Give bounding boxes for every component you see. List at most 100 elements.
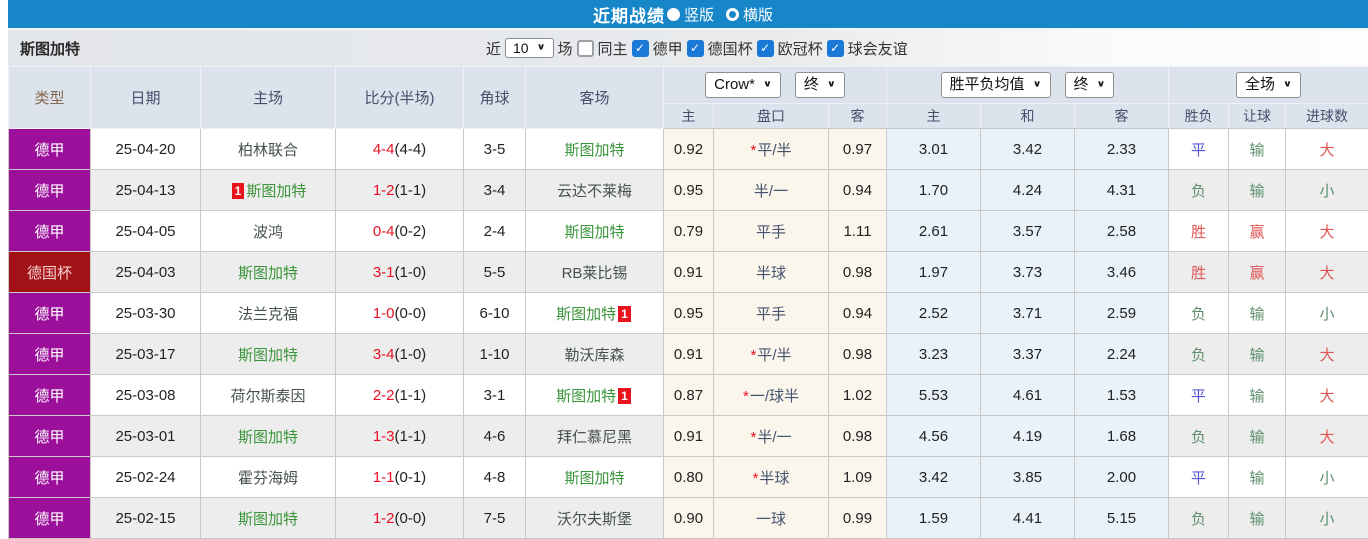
team-name[interactable]: 斯图加特 <box>238 347 298 364</box>
team-name[interactable]: 柏林联合 <box>238 142 298 159</box>
avg-select[interactable]: 胜平负均值 ∨ <box>940 72 1051 98</box>
team-name[interactable]: RB莱比锡 <box>562 265 628 282</box>
corner-cell: 7-5 <box>463 497 526 539</box>
table-row: 德甲 25-03-30 法兰克福 1-0(0-0) 6-10 斯图加特 1 0.9… <box>8 292 1368 334</box>
chevron-down-icon: ∨ <box>1032 79 1042 90</box>
table-row: 德甲 25-02-24 霍芬海姆 1-1(0-1) 4-8 斯图加特 0.80 … <box>8 456 1368 498</box>
team-name[interactable]: 斯图加特 <box>556 306 616 323</box>
final-select-2[interactable]: 终 ∨ <box>1064 72 1115 98</box>
home-team-cell: 斯图加特 <box>200 333 336 375</box>
result-outcome: 胜 <box>1168 251 1229 293</box>
crown-home-odds: 0.91 <box>663 333 714 375</box>
avg-win-odds: 1.59 <box>886 497 981 539</box>
recent-count-select[interactable]: 10 ∨ <box>505 37 554 59</box>
crown-away-odds: 1.11 <box>828 210 887 252</box>
table-row: 德甲 25-03-08 荷尔斯泰因 2-2(1-1) 3-1 斯图加特 1 0.8… <box>8 374 1368 416</box>
date-cell: 25-04-05 <box>90 210 201 252</box>
crown-away-odds: 1.09 <box>828 456 887 498</box>
team-name[interactable]: 霍芬海姆 <box>238 470 298 487</box>
same-home-label: 同主 <box>597 40 628 58</box>
corner-cell: 4-6 <box>463 415 526 457</box>
table-row: 德甲 25-04-05 波鸿 0-4(0-2) 2-4 斯图加特 0.79 平手… <box>8 210 1368 252</box>
team-name[interactable]: 云达不莱梅 <box>557 183 632 200</box>
crown-home-odds: 0.90 <box>663 497 714 539</box>
league-checkbox-3[interactable]: ✓ <box>756 39 774 57</box>
crown-away-odds: 0.98 <box>828 415 887 457</box>
horizontal-layout-radio[interactable] <box>726 7 739 21</box>
team-name[interactable]: 波鸿 <box>253 224 283 241</box>
league-checkbox-1[interactable]: ✓ <box>631 39 649 57</box>
date-cell: 25-02-15 <box>90 497 201 539</box>
team-name[interactable]: 斯图加特 <box>564 470 624 487</box>
home-team-cell: 柏林联合 <box>200 128 336 170</box>
league-cell: 德甲 <box>8 169 91 211</box>
red-card-badge: 1 <box>618 387 631 404</box>
result-goals: 大 <box>1284 415 1368 457</box>
score-cell: 2-2(1-1) <box>335 374 464 416</box>
home-team-cell: 斯图加特 <box>200 415 336 457</box>
league-cell: 德甲 <box>8 333 91 375</box>
final-select-1[interactable]: 终 ∨ <box>794 72 845 98</box>
team-name[interactable]: 斯图加特 <box>238 511 298 528</box>
league-cell: 德甲 <box>8 292 91 334</box>
avg-lose-odds: 2.33 <box>1074 128 1169 170</box>
team-name[interactable]: 勒沃库森 <box>564 347 624 364</box>
team-name[interactable]: 斯图加特 <box>556 388 616 405</box>
avg-draw-odds: 3.42 <box>980 128 1075 170</box>
crown-away-odds: 1.02 <box>828 374 887 416</box>
chevron-down-icon: ∨ <box>536 42 546 53</box>
team-name[interactable]: 拜仁慕尼黑 <box>557 429 632 446</box>
sub-header-handicap: 盘口 <box>713 103 829 129</box>
avg-draw-odds: 4.61 <box>980 374 1075 416</box>
section-title: 近期战绩 <box>592 6 665 26</box>
result-handicap: 输 <box>1228 497 1286 539</box>
vertical-layout-label[interactable]: 竖版 <box>684 4 714 25</box>
chevron-down-icon: ∨ <box>762 79 772 90</box>
handicap-cell: *平/半 <box>713 128 829 170</box>
horizontal-layout-label[interactable]: 横版 <box>743 4 773 25</box>
date-cell: 25-04-20 <box>90 128 201 170</box>
team-name[interactable]: 斯图加特 <box>564 142 624 159</box>
result-handicap: 输 <box>1228 415 1286 457</box>
final-select-1-value: 终 <box>803 76 819 93</box>
date-cell: 25-04-03 <box>90 251 201 293</box>
home-team-cell: 荷尔斯泰因 <box>200 374 336 416</box>
corner-cell: 2-4 <box>463 210 526 252</box>
team-name[interactable]: 斯图加特 <box>246 183 306 200</box>
result-handicap: 输 <box>1228 333 1286 375</box>
league-label-3: 欧冠杯 <box>777 40 823 58</box>
away-team-cell: 勒沃库森 <box>525 333 664 375</box>
score-cell: 1-2(1-1) <box>335 169 464 211</box>
league-checkbox-4[interactable]: ✓ <box>826 39 844 57</box>
avg-lose-odds: 2.59 <box>1074 292 1169 334</box>
team-name[interactable]: 沃尔夫斯堡 <box>557 511 632 528</box>
result-goals: 小 <box>1284 292 1368 334</box>
avg-draw-odds: 4.19 <box>980 415 1075 457</box>
final-select-2-value: 终 <box>1073 76 1089 93</box>
team-name[interactable]: 荷尔斯泰因 <box>230 388 305 405</box>
sub-header-avg-draw: 和 <box>980 103 1075 129</box>
avg-win-odds: 1.97 <box>886 251 981 293</box>
filter-bar: 斯图加特 近 10 ∨ 场 同主 ✓ 德甲 ✓ 德国杯 ✓ 欧冠杯 ✓ 球会友谊 <box>8 28 1368 66</box>
result-handicap: 赢 <box>1228 251 1286 293</box>
away-team-cell: 斯图加特 <box>525 456 664 498</box>
sub-header-outcome: 胜负 <box>1168 103 1229 129</box>
odds-source-select[interactable]: Crow* ∨ <box>705 72 781 98</box>
league-checkbox-2[interactable]: ✓ <box>686 39 704 57</box>
avg-win-odds: 3.42 <box>886 456 981 498</box>
team-name[interactable]: 法兰克福 <box>238 306 298 323</box>
same-home-checkbox[interactable] <box>576 39 594 57</box>
avg-lose-odds: 4.31 <box>1074 169 1169 211</box>
result-outcome: 负 <box>1168 497 1229 539</box>
vertical-layout-radio[interactable] <box>666 7 680 21</box>
team-name[interactable]: 斯图加特 <box>238 429 298 446</box>
handicap-cell: 一球 <box>713 497 829 539</box>
team-name[interactable]: 斯图加特 <box>564 224 624 241</box>
team-name[interactable]: 斯图加特 <box>238 265 298 282</box>
scope-select[interactable]: 全场 ∨ <box>1236 72 1301 98</box>
league-cell: 德甲 <box>8 456 91 498</box>
result-goals: 大 <box>1284 374 1368 416</box>
crown-away-odds: 0.98 <box>828 251 887 293</box>
chevron-down-icon: ∨ <box>826 79 836 90</box>
result-outcome: 平 <box>1168 374 1229 416</box>
